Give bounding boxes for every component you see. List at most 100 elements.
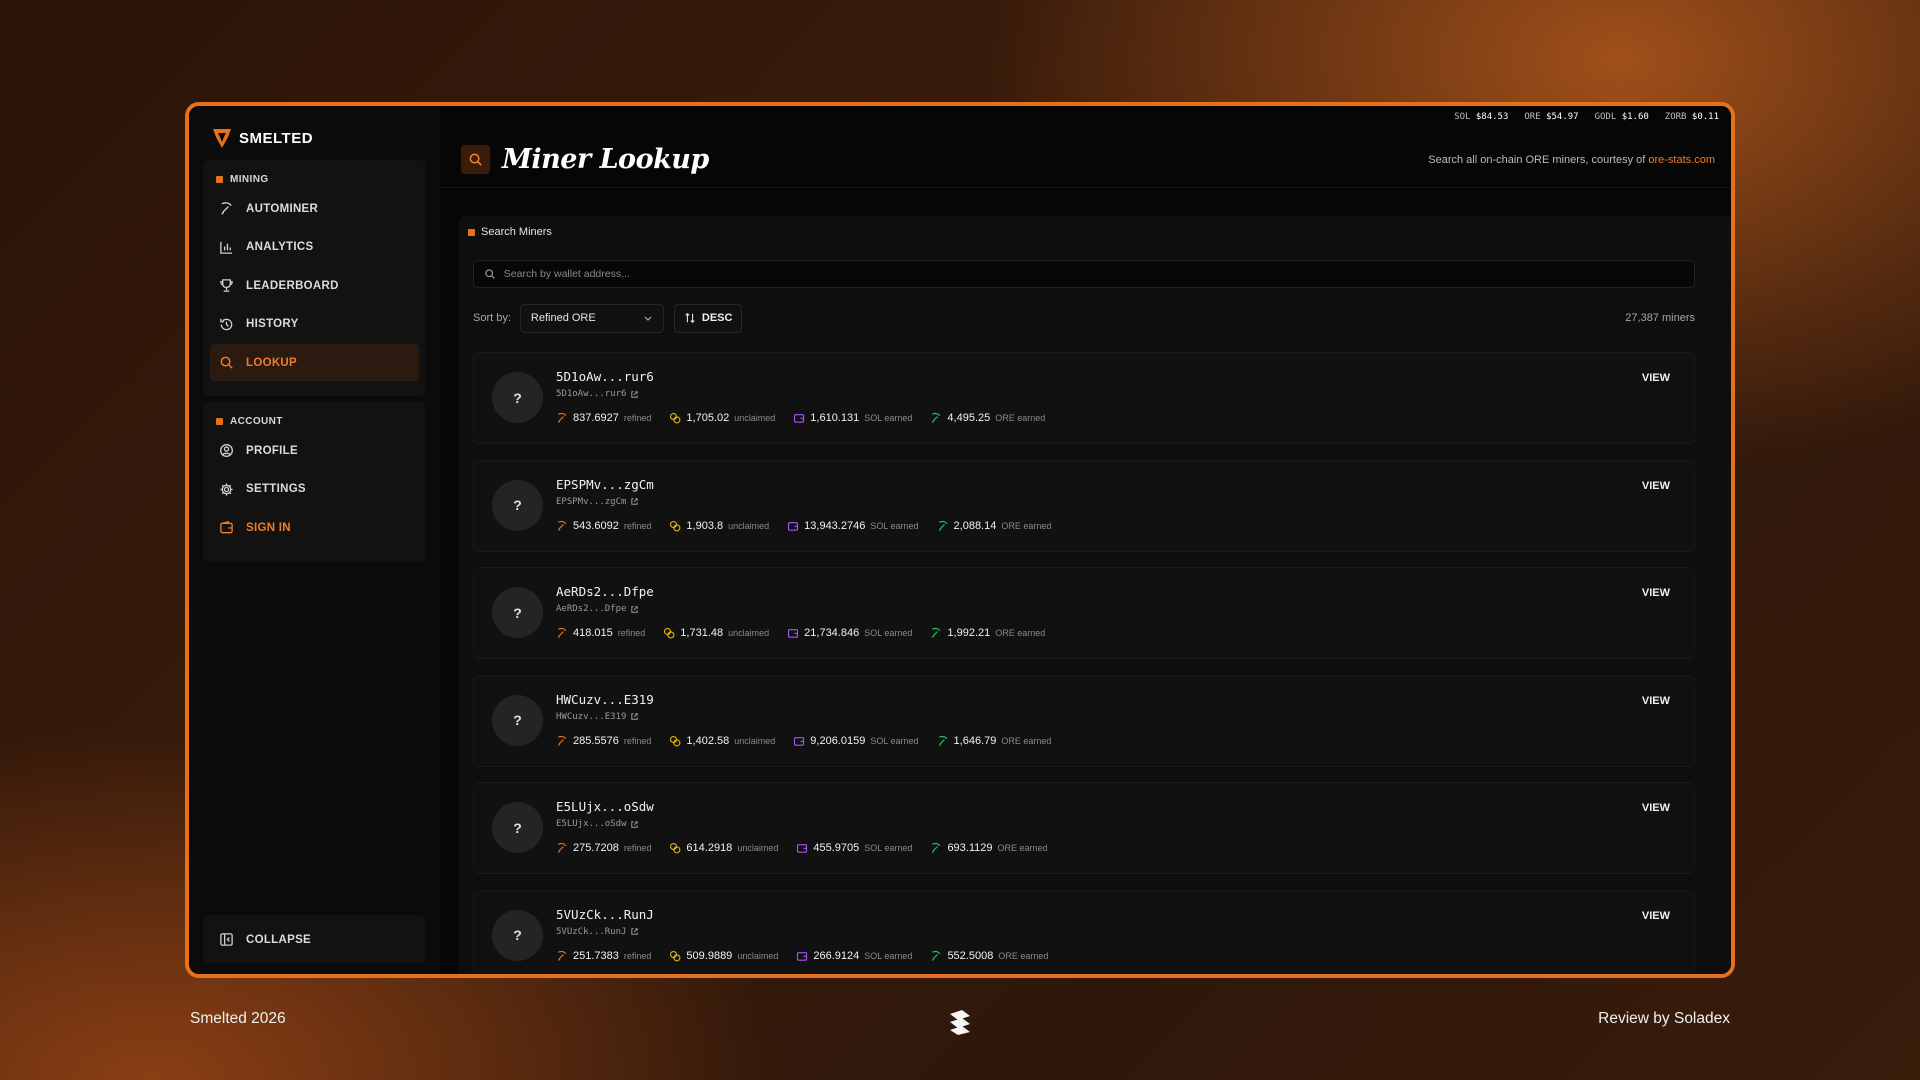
pickaxe-icon [938, 735, 947, 746]
stat-sol-earned: 9,206.0159 SOL earned [793, 735, 919, 747]
page-header: Miner Lookup Search all on-chain ORE min… [440, 132, 1731, 188]
pickaxe-icon [932, 842, 941, 853]
pickaxe-icon [938, 520, 947, 531]
sidebar-item-leaderboard[interactable]: LEADERBOARD [210, 267, 419, 304]
refined-value: 251.7383 [573, 949, 619, 962]
ticker-ore: ORE $54.97 [1524, 112, 1579, 122]
miner-address: E5LUjx...oSdw [556, 819, 627, 829]
miner-address: AeRDs2...Dfpe [556, 604, 627, 614]
sol-earned-value: 21,734.846 [804, 627, 860, 639]
refined-value: 837.6927 [573, 412, 619, 424]
smelted-logo-icon [211, 126, 233, 150]
pickaxe-icon [557, 520, 567, 531]
coins-icon [670, 950, 681, 961]
sidebar-item-history[interactable]: HISTORY [210, 306, 419, 343]
view-button[interactable]: VIEW [1642, 587, 1670, 599]
account-nav-group: ACCOUNT PROFILE SETTINGS SIGN IN [203, 402, 426, 562]
account-section-label: ACCOUNT [230, 415, 283, 427]
soladex-logo-icon [950, 1010, 970, 1035]
sidebar-item-autominer[interactable]: AUTOMINER [210, 190, 419, 227]
sidebar-item-sign-in[interactable]: SIGN IN [210, 509, 419, 546]
ore-stats-link[interactable]: ore-stats.com [1648, 154, 1715, 166]
miner-stats: 275.7208 refined 614.2918 unclaimed 455.9705… [556, 842, 1066, 854]
ore-earned-label: ORE earned [995, 413, 1046, 423]
view-button[interactable]: VIEW [1642, 802, 1670, 814]
miner-address-link[interactable]: AeRDs2...Dfpe [556, 604, 639, 614]
miner-stats: 285.5576 refined 1,402.58 unclaimed 9,206.01… [556, 735, 1069, 747]
miner-row[interactable]: ? E5LUjx...oSdw E5LUjx...oSdw 275.7208 refin… [473, 782, 1695, 874]
miner-address: 5D1oAw...rur6 [556, 389, 627, 399]
view-button[interactable]: VIEW [1642, 372, 1670, 384]
pickaxe-icon [557, 735, 567, 746]
sidebar-item-settings[interactable]: SETTINGS [210, 471, 419, 508]
miner-row[interactable]: ? 5D1oAw...rur6 5D1oAw...rur6 837.6927 refin… [473, 352, 1695, 444]
search-input[interactable] [503, 268, 1694, 280]
miner-row[interactable]: ? HWCuzv...E319 HWCuzv...E319 285.5576 refin… [473, 674, 1695, 767]
refined-label: refined [623, 520, 652, 531]
refined-value: 543.6092 [573, 519, 619, 532]
unclaimed-value: 1,402.58 [686, 734, 730, 747]
ticker-godl: GODL $1.60 [1594, 112, 1649, 122]
sort-select[interactable]: Refined ORE [519, 303, 664, 333]
refined-label: refined [623, 950, 652, 961]
unclaimed-value: 509.9889 [686, 949, 733, 962]
stat-refined: 837.6927 refined [556, 412, 651, 424]
unclaimed-label: unclaimed [737, 950, 779, 961]
miner-count: 27,387 miners [1625, 312, 1695, 324]
stat-ore-earned: 552.5008 ORE earned [930, 950, 1048, 962]
user-circle-icon [220, 444, 233, 457]
view-button[interactable]: VIEW [1642, 480, 1670, 492]
sidebar-item-label: HISTORY [246, 318, 299, 330]
sidebar-item-label: AUTOMINER [246, 202, 319, 215]
avatar: ? [492, 909, 543, 961]
sol-earned-value: 266.9124 [813, 949, 860, 962]
ore-earned-value: 1,992.21 [947, 627, 991, 639]
refined-value: 285.5576 [573, 734, 619, 747]
stat-ore-earned: 693.1129 ORE earned [930, 842, 1048, 854]
sidebar-item-label: PROFILE [246, 444, 298, 457]
sort-direction-label: DESC [701, 312, 733, 324]
miner-address-link[interactable]: 5VUzCk...RunJ [556, 927, 639, 937]
brand-logo[interactable]: SMELTED [211, 126, 313, 150]
avatar: ? [492, 587, 543, 638]
stat-refined: 543.6092 refined [556, 520, 651, 532]
miner-address-link[interactable]: HWCuzv...E319 [556, 712, 639, 722]
miner-stats: 543.6092 refined 1,903.8 unclaimed 13,943.27… [556, 520, 1069, 532]
miner-name: E5LUjx...oSdw [556, 799, 654, 814]
miner-name: 5VUzCk...RunJ [556, 906, 654, 922]
external-link-icon [631, 928, 639, 935]
collapse-sidebar-button[interactable]: COLLAPSE [210, 921, 419, 958]
sidebar-item-analytics[interactable]: ANALYTICS [210, 229, 419, 266]
sidebar-item-profile[interactable]: PROFILE [210, 432, 419, 469]
miner-address-link[interactable]: EPSPMv...zgCm [556, 497, 639, 507]
sort-direction-button[interactable]: DESC [673, 303, 743, 333]
sol-earned-label: SOL earned [870, 735, 919, 746]
view-button[interactable]: VIEW [1642, 910, 1670, 922]
view-button[interactable]: VIEW [1642, 695, 1670, 707]
miner-row[interactable]: ? 5VUzCk...RunJ 5VUzCk...RunJ 251.7383 refin… [473, 889, 1695, 974]
wallet-icon [797, 951, 808, 961]
stat-refined: 285.5576 refined [556, 735, 651, 747]
stat-unclaimed: 1,731.48 unclaimed [663, 627, 769, 639]
ore-earned-label: ORE earned [1001, 520, 1052, 531]
mining-section-header: MINING [203, 160, 426, 190]
search-icon [461, 145, 490, 174]
sidebar-item-label: ANALYTICS [246, 241, 314, 253]
stat-unclaimed: 509.9889 unclaimed [669, 950, 778, 962]
sidebar-item-lookup[interactable]: LOOKUP [210, 344, 419, 381]
pickaxe-icon [557, 950, 567, 961]
miner-address-link[interactable]: 5D1oAw...rur6 [556, 389, 639, 399]
miner-row[interactable]: ? EPSPMv...zgCm EPSPMv...zgCm 543.6092 refin… [473, 459, 1695, 552]
gear-icon [220, 482, 233, 496]
miner-row[interactable]: ? AeRDs2...Dfpe AeRDs2...Dfpe 418.015 refine… [473, 567, 1695, 659]
main-content: SOL $84.53 ORE $54.97 GODL $1.60 ZORB $0… [440, 106, 1731, 974]
pickaxe-icon [932, 627, 941, 638]
sidebar: SMELTED MINING AUTOMINER ANALYTICS LEADE… [189, 106, 440, 974]
miner-address-link[interactable]: E5LUjx...oSdw [556, 819, 639, 829]
refined-label: refined [623, 735, 652, 746]
unclaimed-value: 1,903.8 [686, 519, 724, 532]
miner-name: AeRDs2...Dfpe [556, 584, 654, 599]
ore-earned-label: ORE earned [1001, 735, 1052, 746]
history-icon [220, 318, 233, 330]
avatar: ? [492, 372, 543, 423]
